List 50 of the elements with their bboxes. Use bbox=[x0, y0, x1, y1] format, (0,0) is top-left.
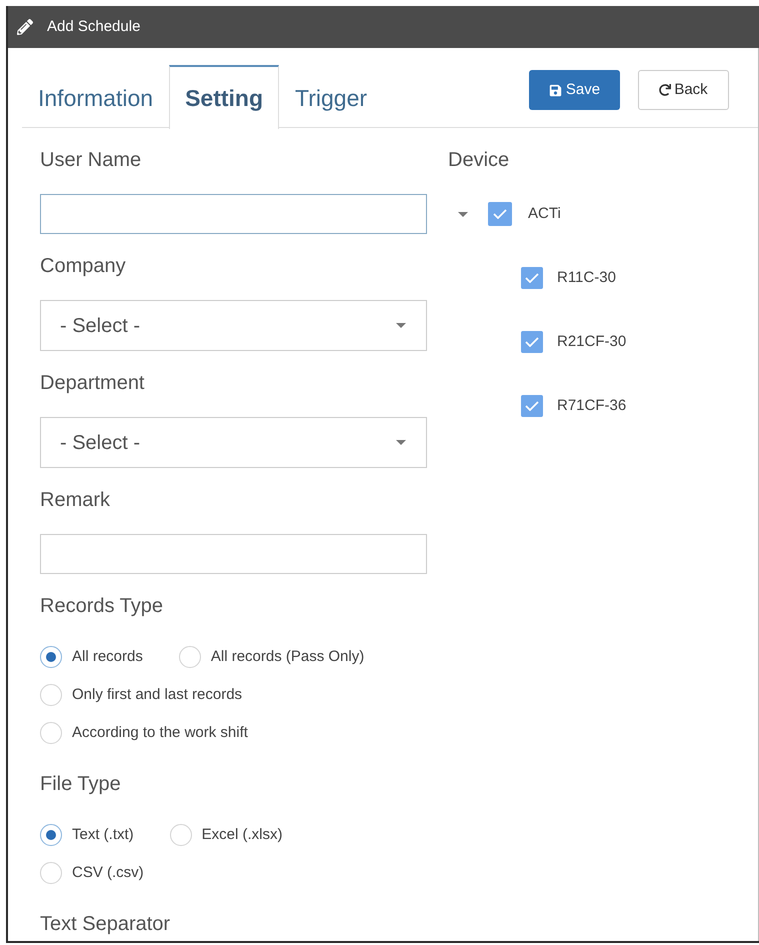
field-label: Text Separator bbox=[40, 912, 170, 936]
radio-button[interactable] bbox=[178, 646, 201, 668]
text-field[interactable] bbox=[40, 534, 427, 574]
field-label: Department bbox=[40, 371, 144, 395]
select-field[interactable]: - Select - bbox=[40, 300, 427, 351]
checkbox[interactable] bbox=[521, 395, 543, 417]
check-icon bbox=[525, 337, 539, 347]
check-icon bbox=[493, 209, 507, 219]
field-label: File Type bbox=[40, 772, 121, 796]
text-field[interactable] bbox=[40, 194, 427, 234]
save-button[interactable]: Save bbox=[529, 70, 620, 110]
radio-button[interactable] bbox=[170, 824, 192, 846]
check-icon bbox=[525, 273, 539, 283]
window-title: Add Schedule bbox=[47, 16, 140, 37]
radio-button[interactable] bbox=[40, 824, 62, 846]
caret-down-icon[interactable] bbox=[458, 212, 468, 216]
pencil-icon bbox=[17, 19, 33, 35]
field-label: Company bbox=[40, 254, 126, 278]
radio-label: All records (Pass Only) bbox=[210, 646, 364, 667]
radio-button[interactable] bbox=[40, 646, 62, 668]
radio-label: All records bbox=[72, 646, 143, 667]
field-label: Device bbox=[448, 148, 510, 172]
device-name[interactable]: R71CF-36 bbox=[557, 394, 626, 418]
field-label: Remark bbox=[40, 488, 110, 512]
device-name[interactable]: ACTi bbox=[528, 202, 561, 226]
radio-label: Only first and last records bbox=[72, 684, 242, 705]
field-label: User Name bbox=[40, 148, 142, 172]
redo-icon bbox=[659, 84, 672, 96]
save-icon bbox=[548, 84, 562, 96]
radio-button[interactable] bbox=[40, 862, 62, 884]
checkbox[interactable] bbox=[488, 202, 512, 226]
back-button[interactable]: Back bbox=[638, 70, 729, 110]
tab[interactable]: Information bbox=[22, 65, 170, 129]
radio-button[interactable] bbox=[40, 684, 62, 706]
radio-label: Text (.txt) bbox=[72, 824, 134, 845]
radio-label: According to the work shift bbox=[72, 722, 248, 743]
checkbox[interactable] bbox=[521, 267, 543, 289]
field-label: Records Type bbox=[40, 594, 164, 618]
caret-down-icon bbox=[396, 323, 406, 328]
caret-down-icon bbox=[396, 440, 406, 445]
radio-button[interactable] bbox=[40, 722, 62, 744]
checkbox[interactable] bbox=[521, 331, 543, 353]
radio-label: Excel (.xlsx) bbox=[202, 824, 283, 845]
select-field[interactable]: - Select - bbox=[40, 417, 427, 468]
check-icon bbox=[525, 401, 539, 411]
radio-label: CSV (.csv) bbox=[72, 862, 144, 883]
tab[interactable]: Setting bbox=[169, 65, 280, 129]
device-name[interactable]: R21CF-30 bbox=[557, 330, 626, 354]
device-name[interactable]: R11C-30 bbox=[557, 266, 616, 290]
tab[interactable]: Trigger bbox=[279, 65, 384, 129]
